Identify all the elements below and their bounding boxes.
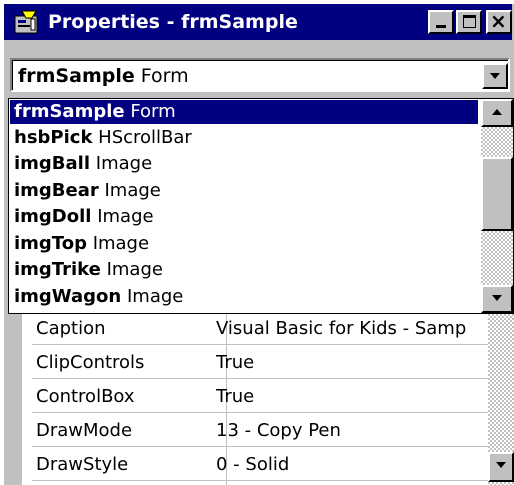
chevron-down-icon — [490, 73, 500, 79]
property-row[interactable]: ClipControls True — [32, 346, 508, 379]
property-value[interactable]: Visual Basic for Kids - Samp — [216, 312, 508, 345]
list-item[interactable]: frmSample Form — [10, 100, 478, 124]
close-button[interactable]: × — [486, 10, 512, 34]
minimize-button[interactable] — [428, 10, 454, 34]
object-combo[interactable]: frmSample Form — [10, 58, 510, 92]
property-name: ClipControls — [36, 352, 145, 373]
chevron-down-icon — [496, 462, 506, 468]
object-combo-value: frmSample Form — [18, 65, 189, 87]
property-value[interactable]: 0 - Solid — [216, 448, 508, 481]
property-row[interactable]: DrawMode 13 - Copy Pen — [32, 414, 508, 447]
object-combo-dropdown-button[interactable] — [482, 63, 508, 89]
close-icon: × — [490, 9, 507, 33]
chevron-up-icon — [492, 109, 502, 115]
property-row[interactable]: ControlBox True — [32, 380, 508, 413]
scroll-up-button[interactable] — [481, 99, 513, 127]
minimize-icon — [436, 25, 446, 28]
list-item[interactable]: imgBall Image — [10, 152, 478, 176]
dropdown-scrollbar[interactable] — [481, 99, 513, 313]
window-title: Properties - frmSample — [48, 11, 298, 33]
list-item[interactable]: imgDoll Image — [10, 205, 478, 229]
list-item[interactable]: imgWagon Image — [10, 285, 478, 309]
scroll-thumb[interactable] — [481, 157, 513, 231]
maximize-button[interactable] — [456, 10, 482, 34]
property-name: DrawMode — [36, 420, 133, 441]
property-value[interactable]: True — [216, 380, 508, 413]
scroll-down-button[interactable] — [481, 285, 513, 313]
property-row[interactable]: DrawStyle 0 - Solid — [32, 448, 508, 481]
list-item[interactable]: imgBear Image — [10, 179, 478, 203]
maximize-icon — [463, 15, 476, 28]
property-row[interactable]: Caption Visual Basic for Kids - Samp — [32, 312, 508, 345]
list-item[interactable]: hsbPick HScrollBar — [10, 126, 478, 150]
property-value[interactable]: 13 - Copy Pen — [216, 414, 508, 447]
property-name: DrawStyle — [36, 454, 129, 475]
property-value[interactable]: True — [216, 346, 508, 379]
property-grid-scroll-down-button[interactable] — [488, 452, 514, 482]
property-name: Caption — [36, 318, 106, 339]
chevron-down-icon — [492, 295, 502, 301]
property-name: ControlBox — [36, 386, 135, 407]
list-item[interactable]: imgTrike Image — [10, 258, 478, 282]
list-item[interactable]: imgTop Image — [10, 232, 478, 256]
object-dropdown-list[interactable]: frmSample Form hsbPick HScrollBar imgBal… — [8, 98, 514, 314]
title-bar[interactable]: Properties - frmSample × — [4, 4, 512, 40]
properties-icon — [14, 10, 38, 34]
